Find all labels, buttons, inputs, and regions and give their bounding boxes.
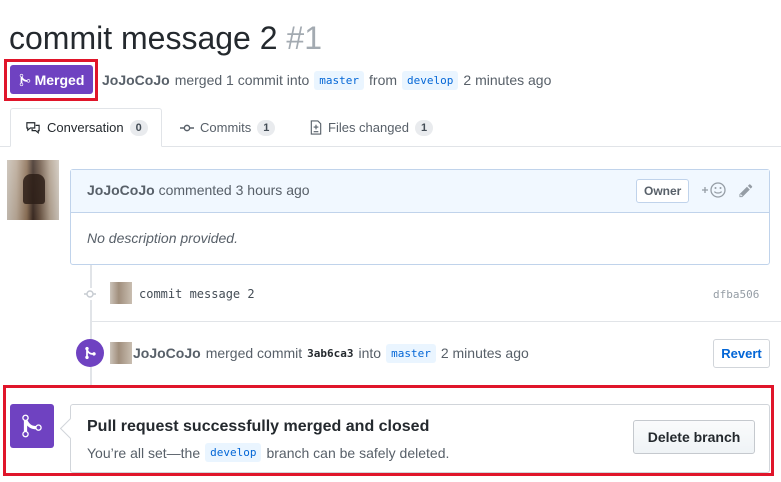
tab-commits[interactable]: Commits 1 <box>180 108 276 147</box>
merge-status-description: You’re all set—the develop branch can be… <box>87 443 449 462</box>
merge-event-action: merged commit <box>205 345 303 361</box>
timeline-line <box>90 265 92 385</box>
merge-event-into: into <box>358 345 382 361</box>
comment-action[interactable]: commented 3 hours ago <box>159 182 310 198</box>
add-reaction-icon[interactable] <box>700 181 728 199</box>
git-merge-icon <box>19 73 30 86</box>
pr-number: #1 <box>286 20 323 56</box>
delete-branch-button[interactable]: Delete branch <box>633 420 755 454</box>
commit-sha[interactable]: dfba506 <box>713 288 759 301</box>
page-title: commit message 2 #1 <box>9 18 322 58</box>
tab-conversation[interactable]: Conversation 0 <box>10 108 162 147</box>
author-link[interactable]: JoJoCoJo <box>102 72 170 88</box>
merge-event-badge <box>76 339 104 367</box>
tab-files-count: 1 <box>414 119 434 136</box>
comment-body: No description provided. <box>87 230 238 246</box>
base-branch[interactable]: master <box>314 70 365 90</box>
status-desc-suffix: branch can be safely deleted. <box>266 444 450 461</box>
merge-event-author[interactable]: JoJoCoJo <box>133 345 201 361</box>
tab-files-label: Files changed <box>328 120 409 135</box>
merge-status-box: Pull request successfully merged and clo… <box>70 404 770 473</box>
merge-event-time: 2 minutes ago <box>440 345 529 361</box>
commit-message[interactable]: commit message 2 <box>139 287 255 301</box>
merged-state-badge: Merged <box>10 65 93 94</box>
tab-commits-label: Commits <box>200 120 252 135</box>
tab-files-changed[interactable]: Files changed 1 <box>310 108 434 147</box>
comment-header: JoJoCoJo commented 3 hours ago Owner <box>71 170 769 213</box>
merge-status-title: Pull request successfully merged and clo… <box>87 418 430 435</box>
merge-status-icon-box <box>10 404 54 448</box>
comment-author[interactable]: JoJoCoJo <box>87 182 155 198</box>
git-merge-icon <box>84 346 96 360</box>
git-merge-icon <box>22 414 42 438</box>
pr-title: commit message 2 <box>9 20 278 56</box>
tab-conversation-label: Conversation <box>47 120 124 135</box>
merge-event-branch[interactable]: master <box>386 343 436 363</box>
file-diff-icon <box>310 120 322 135</box>
owner-badge: Owner <box>636 179 690 203</box>
timeline-divider <box>92 321 781 322</box>
tab-conversation-count: 0 <box>129 119 148 136</box>
status-desc-prefix: You’re all set—the <box>87 444 201 461</box>
merge-time: 2 minutes ago <box>463 72 552 88</box>
commit-avatar[interactable] <box>110 282 132 304</box>
revert-button[interactable]: Revert <box>713 339 770 368</box>
pr-meta: JoJoCoJo merged 1 commit into master fro… <box>102 69 551 91</box>
merge-commit-sha[interactable]: 3ab6ca3 <box>307 347 353 360</box>
merge-action-text: merged 1 commit into <box>174 72 310 88</box>
git-commit-icon <box>180 124 194 131</box>
comment-discussion-icon <box>26 121 40 134</box>
git-commit-icon <box>84 288 96 300</box>
tab-commits-count: 1 <box>257 119 276 136</box>
merge-event-text: JoJoCoJo merged commit 3ab6ca3 into mast… <box>133 343 529 363</box>
merge-avatar[interactable] <box>110 342 132 364</box>
comment-author-line: JoJoCoJo commented 3 hours ago <box>87 182 310 198</box>
pencil-icon[interactable] <box>739 183 753 198</box>
avatar[interactable] <box>7 160 59 220</box>
state-label: Merged <box>34 71 85 88</box>
from-text: from <box>369 72 398 88</box>
comment-box: JoJoCoJo commented 3 hours ago Owner No … <box>70 169 770 265</box>
status-branch[interactable]: develop <box>205 443 262 462</box>
head-branch[interactable]: develop <box>402 70 459 90</box>
